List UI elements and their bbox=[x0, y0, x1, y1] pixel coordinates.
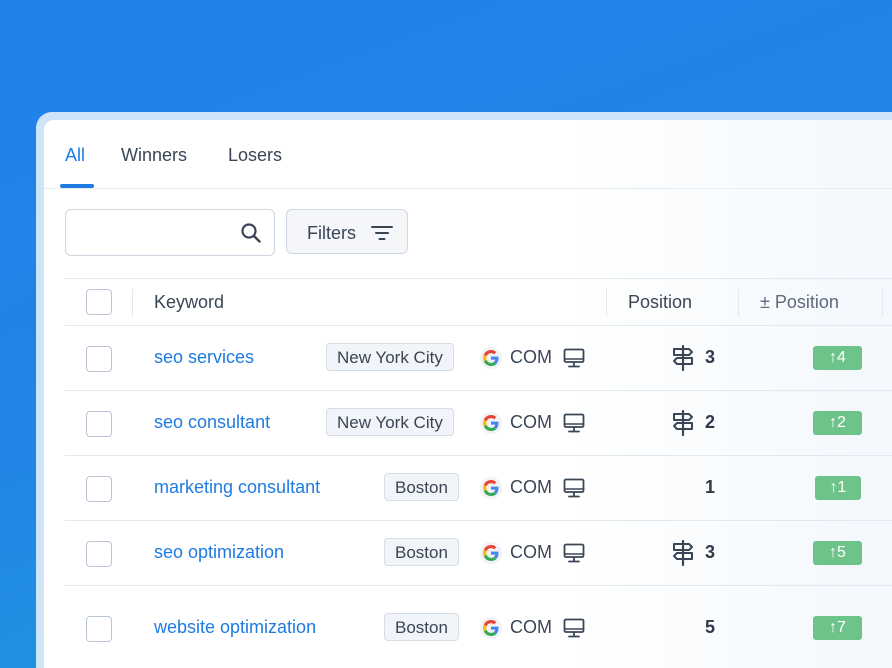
search-icon[interactable] bbox=[240, 222, 262, 249]
google-icon bbox=[480, 617, 502, 639]
desktop-icon bbox=[563, 348, 585, 373]
keyword-link[interactable]: seo services bbox=[154, 347, 254, 368]
desktop-icon bbox=[563, 543, 585, 568]
domain-label: COM bbox=[510, 347, 552, 367]
position-change-badge: ↑4 bbox=[813, 346, 862, 370]
tab-losers[interactable]: Losers bbox=[228, 145, 282, 188]
tab-all[interactable]: All bbox=[65, 145, 85, 188]
tab-bar: All Winners Losers bbox=[44, 120, 892, 189]
domain-label: COM bbox=[510, 617, 552, 637]
signpost-icon bbox=[671, 539, 695, 571]
row-checkbox[interactable] bbox=[86, 541, 112, 567]
column-divider bbox=[738, 289, 739, 316]
row-checkbox[interactable] bbox=[86, 346, 112, 372]
row-checkbox[interactable] bbox=[86, 411, 112, 437]
domain-label: COM bbox=[510, 477, 552, 497]
position-value: 1 bbox=[705, 477, 716, 497]
keyword-link[interactable]: seo optimization bbox=[154, 542, 284, 563]
row-checkbox[interactable] bbox=[86, 476, 112, 502]
location-tag: Boston bbox=[384, 538, 459, 566]
position-value: 2 bbox=[705, 412, 716, 432]
google-icon bbox=[480, 542, 502, 564]
location-tag: New York City bbox=[326, 408, 454, 436]
filters-label: Filters bbox=[307, 223, 356, 243]
keyword-link[interactable]: seo consultant bbox=[154, 412, 270, 433]
table-row[interactable]: seo optimization Boston COM 3 ↑5 bbox=[65, 521, 892, 586]
desktop-icon bbox=[563, 618, 585, 643]
column-divider bbox=[132, 289, 133, 316]
position-change-badge: ↑7 bbox=[813, 616, 862, 640]
position-change-badge: ↑5 bbox=[813, 541, 862, 565]
position-change-column-header[interactable]: ± Position bbox=[760, 292, 839, 313]
table-row[interactable]: seo consultant New York City COM 2 ↑2 bbox=[65, 391, 892, 456]
row-checkbox[interactable] bbox=[86, 616, 112, 642]
location-tag: Boston bbox=[384, 473, 459, 501]
table-row[interactable]: marketing consultant Boston COM 1 ↑1 bbox=[65, 456, 892, 521]
signpost-icon bbox=[671, 344, 695, 376]
position-value: 3 bbox=[705, 347, 716, 367]
google-icon bbox=[480, 477, 502, 499]
position-change-badge: ↑2 bbox=[813, 411, 862, 435]
location-tag: New York City bbox=[326, 343, 454, 371]
search-input[interactable] bbox=[76, 220, 240, 246]
table-row[interactable]: website optimization Boston COM 5 ↑7 bbox=[65, 586, 892, 668]
search-box bbox=[65, 209, 275, 256]
signpost-icon bbox=[671, 409, 695, 441]
domain-label: COM bbox=[510, 412, 552, 432]
google-icon bbox=[480, 347, 502, 369]
position-value: 5 bbox=[705, 617, 716, 637]
column-divider bbox=[882, 289, 883, 316]
desktop-icon bbox=[563, 413, 585, 438]
select-all-checkbox[interactable] bbox=[86, 289, 112, 315]
location-tag: Boston bbox=[384, 613, 459, 641]
keyword-link[interactable]: marketing consultant bbox=[154, 477, 320, 498]
filter-icon bbox=[371, 224, 393, 247]
active-tab-indicator bbox=[60, 184, 94, 188]
table-row[interactable]: seo services New York City COM 3 ↑4 bbox=[65, 326, 892, 391]
position-change-badge: ↑1 bbox=[815, 476, 861, 500]
google-icon bbox=[480, 412, 502, 434]
column-divider bbox=[606, 289, 607, 316]
rankings-panel: All Winners Losers Filters Keyword Posit… bbox=[44, 120, 892, 668]
tab-winners[interactable]: Winners bbox=[121, 145, 187, 188]
filters-button[interactable]: Filters bbox=[286, 209, 408, 254]
position-value: 3 bbox=[705, 542, 716, 562]
position-column-header[interactable]: Position bbox=[628, 292, 692, 313]
keywords-table: Keyword Position ± Position seo services… bbox=[65, 278, 892, 668]
table-body: seo services New York City COM 3 ↑4 seo … bbox=[65, 326, 892, 668]
table-header: Keyword Position ± Position bbox=[65, 278, 892, 326]
domain-label: COM bbox=[510, 542, 552, 562]
keyword-link[interactable]: website optimization bbox=[154, 617, 316, 638]
desktop-icon bbox=[563, 478, 585, 503]
keyword-column-header[interactable]: Keyword bbox=[154, 292, 224, 313]
